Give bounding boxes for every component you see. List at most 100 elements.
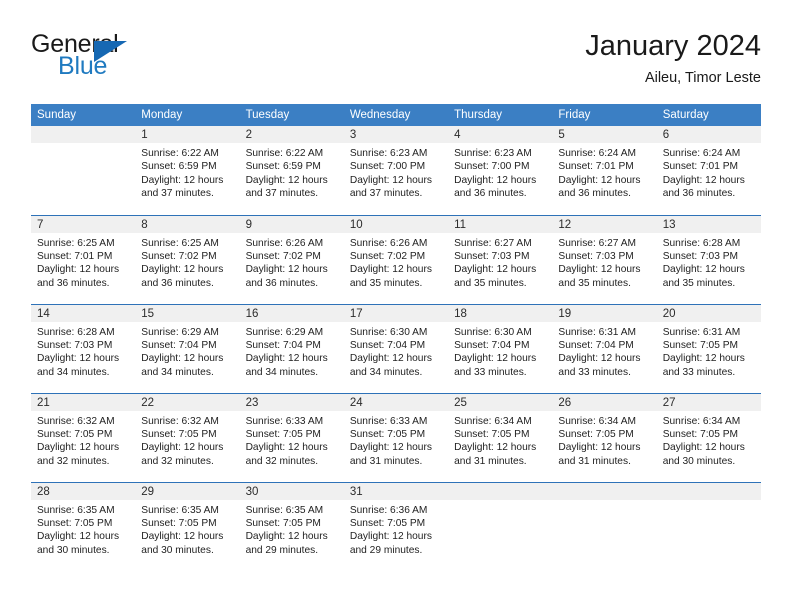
day-number [656,482,761,500]
day-details: Sunrise: 6:24 AM Sunset: 7:01 PM Daylight:… [552,143,656,201]
calendar-day-cell[interactable]: 29 Sunrise: 6:35 AM Sunset: 7:05 PM Dayligh… [135,481,240,571]
calendar-day-cell[interactable]: 24 Sunrise: 6:33 AM Sunset: 7:05 PM Dayligh… [343,392,449,482]
day-number: 3 [343,126,449,143]
day-details: Sunrise: 6:22 AM Sunset: 6:59 PM Daylight:… [135,143,239,201]
daylight-text: Daylight: 12 hours and 36 minutes. [454,174,537,200]
calendar-day-cell[interactable]: 13 Sunrise: 6:28 AM Sunset: 7:03 PM Dayligh… [656,214,761,304]
day-number: 27 [656,393,761,411]
sunrise-text: Sunrise: 6:28 AM [37,326,115,338]
daylight-text: Daylight: 12 hours and 35 minutes. [454,264,537,289]
calendar-day-cell[interactable]: 19 Sunrise: 6:31 AM Sunset: 7:04 PM Dayligh… [552,303,657,393]
day-number: 23 [239,393,344,411]
calendar-day-cell[interactable]: 2 Sunrise: 6:22 AM Sunset: 6:59 PM Daylight… [239,126,344,215]
calendar-day-cell[interactable]: 7 Sunrise: 6:25 AM Sunset: 7:01 PM Daylight… [31,214,136,304]
calendar-day-cell[interactable]: 1 Sunrise: 6:22 AM Sunset: 6:59 PM Daylight… [135,126,240,215]
calendar-day-cell[interactable]: 8 Sunrise: 6:25 AM Sunset: 7:02 PM Daylight… [135,214,240,304]
daylight-text: Daylight: 12 hours and 32 minutes. [37,442,120,467]
calendar-day-cell[interactable]: 10 Sunrise: 6:26 AM Sunset: 7:02 PM Dayligh… [343,214,449,304]
day-number: 22 [135,393,240,411]
calendar-day-cell[interactable]: 22 Sunrise: 6:32 AM Sunset: 7:05 PM Dayligh… [135,392,240,482]
sunrise-text: Sunrise: 6:28 AM [662,237,741,249]
sunrise-text: Sunrise: 6:29 AM [141,326,219,338]
calendar-day-cell[interactable]: 17 Sunrise: 6:30 AM Sunset: 7:04 PM Dayligh… [343,303,449,393]
sunset-text: Sunset: 7:04 PM [558,339,634,351]
daylight-text: Daylight: 12 hours and 36 minutes. [37,264,120,289]
calendar-page: General Blue January 2024 Aileu, Timor L… [0,0,792,612]
daylight-text: Daylight: 12 hours and 34 minutes. [37,353,120,378]
calendar-day-cell[interactable]: 21 Sunrise: 6:32 AM Sunset: 7:05 PM Dayligh… [31,392,136,482]
calendar-day-cell[interactable]: 9 Sunrise: 6:26 AM Sunset: 7:02 PM Daylight… [239,214,344,304]
sunrise-text: Sunrise: 6:27 AM [558,237,636,249]
day-number: 4 [448,126,553,143]
day-details: Sunrise: 6:26 AM Sunset: 7:02 PM Daylight:… [240,233,344,291]
calendar-day-cell[interactable]: 28 Sunrise: 6:35 AM Sunset: 7:05 PM Dayligh… [31,481,136,571]
daylight-text: Daylight: 12 hours and 37 minutes. [141,174,224,200]
sunset-text: Sunset: 7:02 PM [141,250,217,262]
calendar-day-cell[interactable]: 31 Sunrise: 6:36 AM Sunset: 7:05 PM Dayligh… [343,481,449,571]
weekday-header-sunday: Sunday [31,104,136,126]
day-number: 29 [135,482,240,500]
calendar-day-cell[interactable]: 11 Sunrise: 6:27 AM Sunset: 7:03 PM Dayligh… [448,214,553,304]
day-number: 13 [656,215,761,233]
day-number: 19 [552,304,657,322]
calendar-day-cell[interactable]: 14 Sunrise: 6:28 AM Sunset: 7:03 PM Dayligh… [31,303,136,393]
sunset-text: Sunset: 7:05 PM [454,428,530,440]
sunset-text: Sunset: 7:02 PM [245,250,321,262]
day-details: Sunrise: 6:35 AM Sunset: 7:05 PM Daylight:… [135,500,239,558]
daylight-text: Daylight: 12 hours and 37 minutes. [245,174,328,200]
sunrise-text: Sunrise: 6:32 AM [141,415,219,427]
logo-word-blue: Blue [58,52,108,80]
sunrise-text: Sunrise: 6:34 AM [558,415,636,427]
calendar-week-row: 21 Sunrise: 6:32 AM Sunset: 7:05 PM Dayligh… [31,392,761,482]
calendar-day-cell[interactable]: 5 Sunrise: 6:24 AM Sunset: 7:01 PM Daylight… [552,126,657,215]
sunset-text: Sunset: 7:05 PM [141,517,217,529]
calendar-week-row: 14 Sunrise: 6:28 AM Sunset: 7:03 PM Dayligh… [31,303,761,393]
sunset-text: Sunset: 7:04 PM [454,339,530,351]
sunset-text: Sunset: 6:59 PM [245,161,321,173]
sunset-text: Sunset: 7:02 PM [349,250,426,262]
calendar-day-cell[interactable]: 20 Sunrise: 6:31 AM Sunset: 7:05 PM Dayligh… [656,303,761,393]
day-number: 18 [448,304,553,322]
day-details: Sunrise: 6:23 AM Sunset: 7:00 PM Daylight:… [344,143,448,201]
calendar-day-cell[interactable]: 15 Sunrise: 6:29 AM Sunset: 7:04 PM Dayligh… [135,303,240,393]
sunrise-text: Sunrise: 6:23 AM [349,148,428,159]
daylight-text: Daylight: 12 hours and 29 minutes. [245,531,328,556]
calendar-day-cell[interactable]: 6 Sunrise: 6:24 AM Sunset: 7:01 PM Daylight… [656,126,761,215]
calendar-day-cell[interactable]: 18 Sunrise: 6:30 AM Sunset: 7:04 PM Dayligh… [448,303,553,393]
sunrise-text: Sunrise: 6:22 AM [245,148,324,159]
calendar-day-cell[interactable]: 25 Sunrise: 6:34 AM Sunset: 7:05 PM Dayligh… [448,392,553,482]
day-details: Sunrise: 6:31 AM Sunset: 7:05 PM Daylight:… [657,322,761,380]
sunrise-text: Sunrise: 6:35 AM [245,504,324,516]
weekday-header-monday: Monday [135,104,240,126]
day-number: 28 [31,482,136,500]
sunset-text: Sunset: 7:05 PM [37,517,113,529]
day-number: 20 [656,304,761,322]
calendar-day-cell[interactable]: 26 Sunrise: 6:34 AM Sunset: 7:05 PM Dayligh… [552,392,657,482]
calendar-body: 1 Sunrise: 6:22 AM Sunset: 6:59 PM Daylight… [31,126,761,571]
calendar-day-cell[interactable]: 27 Sunrise: 6:34 AM Sunset: 7:05 PM Dayligh… [656,392,761,482]
general-blue-logo[interactable]: General Blue [31,32,231,88]
day-details: Sunrise: 6:29 AM Sunset: 7:04 PM Daylight:… [240,322,344,380]
daylight-text: Daylight: 12 hours and 36 minutes. [245,264,328,289]
sunset-text: Sunset: 7:04 PM [245,339,321,351]
sunrise-text: Sunrise: 6:35 AM [141,504,219,516]
sunset-text: Sunset: 7:00 PM [349,161,426,173]
day-details: Sunrise: 6:32 AM Sunset: 7:05 PM Daylight:… [135,411,239,469]
calendar-day-cell[interactable]: 23 Sunrise: 6:33 AM Sunset: 7:05 PM Dayligh… [239,392,344,482]
weekday-header-thursday: Thursday [448,104,553,126]
calendar-day-cell[interactable]: 3 Sunrise: 6:23 AM Sunset: 7:00 PM Daylight… [343,126,449,215]
day-details: Sunrise: 6:34 AM Sunset: 7:05 PM Daylight:… [448,411,552,469]
sunrise-text: Sunrise: 6:26 AM [245,237,324,249]
day-number: 6 [656,126,761,143]
calendar-day-cell[interactable]: 4 Sunrise: 6:23 AM Sunset: 7:00 PM Daylight… [448,126,553,215]
sunrise-text: Sunrise: 6:34 AM [454,415,532,427]
sunrise-text: Sunrise: 6:33 AM [349,415,428,427]
daylight-text: Daylight: 12 hours and 36 minutes. [558,174,641,200]
daylight-text: Daylight: 12 hours and 29 minutes. [349,531,432,556]
calendar-day-cell[interactable]: 16 Sunrise: 6:29 AM Sunset: 7:04 PM Dayligh… [239,303,344,393]
weekday-header-tuesday: Tuesday [239,104,344,126]
calendar-day-cell[interactable]: 30 Sunrise: 6:35 AM Sunset: 7:05 PM Dayligh… [239,481,344,571]
calendar-day-cell[interactable]: 12 Sunrise: 6:27 AM Sunset: 7:03 PM Dayligh… [552,214,657,304]
day-number [448,482,553,500]
day-number: 26 [552,393,657,411]
